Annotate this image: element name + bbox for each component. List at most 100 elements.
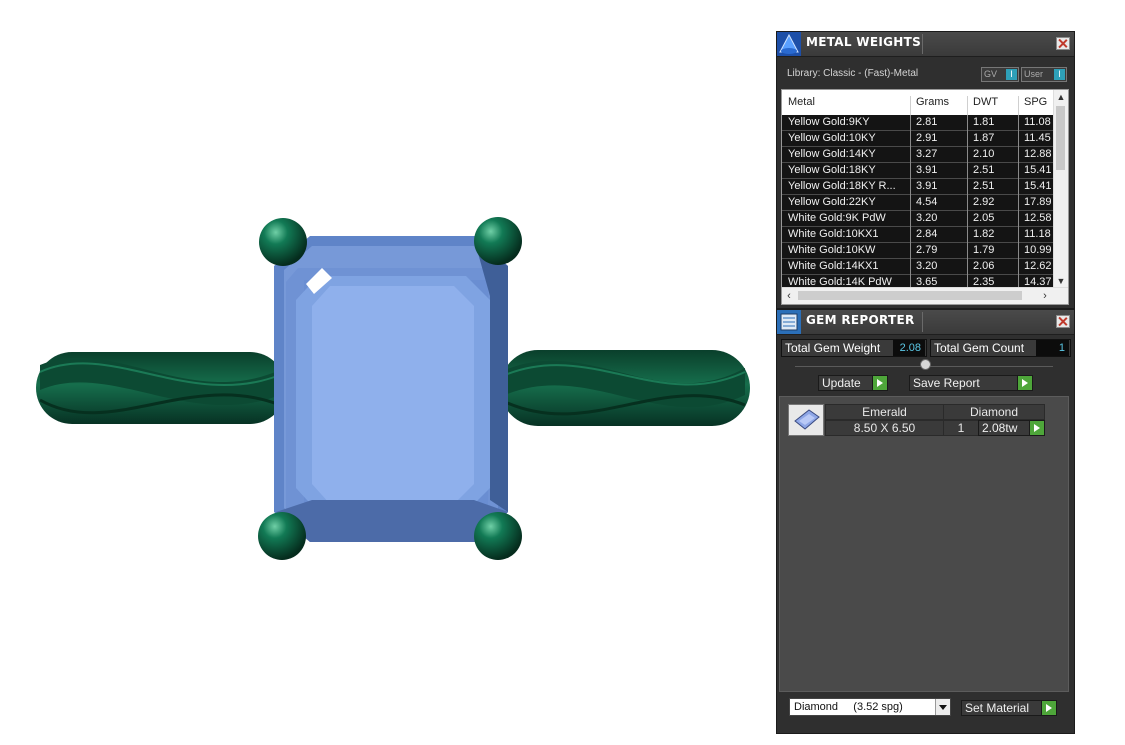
dropdown-arrow-icon[interactable]	[935, 699, 950, 715]
scroll-down-icon[interactable]: ▼	[1054, 274, 1068, 288]
cell-grams: 3.20	[916, 260, 938, 272]
column-header-spg[interactable]: SPG	[1024, 96, 1047, 108]
emerald-gem	[274, 236, 508, 542]
cell-metal: Yellow Gold:14KY	[788, 148, 876, 160]
gem-reporter-titlebar[interactable]: GEM REPORTER	[777, 310, 1074, 335]
table-header: Metal Grams DWT SPG	[782, 90, 1054, 121]
gem-weight-button[interactable]: 2.08tw	[978, 420, 1045, 436]
cell-spg: 15.41	[1024, 164, 1052, 176]
scroll-up-icon[interactable]: ▲	[1054, 90, 1068, 104]
go-arrow-icon	[872, 376, 887, 390]
ring-band-right	[500, 350, 750, 426]
cell-spg: 12.88	[1024, 148, 1052, 160]
update-button[interactable]: Update	[818, 375, 888, 391]
cell-spg: 15.41	[1024, 180, 1052, 192]
table-row[interactable]: Yellow Gold:9KY 2.81 1.81 11.08	[782, 115, 1054, 131]
material-select[interactable]: Diamond (3.52 spg)	[789, 698, 951, 716]
gem-material-header: Diamond	[943, 404, 1045, 420]
cell-dwt: 2.05	[973, 212, 995, 224]
user-toggle-knob: I	[1054, 69, 1065, 80]
column-header-dwt[interactable]: DWT	[973, 96, 998, 108]
cell-spg: 11.08	[1024, 116, 1051, 128]
table-row[interactable]: White Gold:14KX1 3.20 2.06 12.62	[782, 259, 1054, 275]
column-header-grams[interactable]: Grams	[916, 96, 949, 108]
close-icon[interactable]	[1056, 37, 1070, 50]
table-row[interactable]: White Gold:10KX1 2.84 1.82 11.18	[782, 227, 1054, 243]
table-row[interactable]: White Gold:9K PdW 3.20 2.05 12.58	[782, 211, 1054, 227]
cell-dwt: 2.10	[973, 148, 995, 160]
set-material-button[interactable]: Set Material	[961, 700, 1057, 716]
cell-dwt: 2.06	[973, 260, 995, 272]
metal-weights-titlebar[interactable]: METAL WEIGHTS	[777, 32, 1074, 57]
cell-dwt: 2.51	[973, 164, 995, 176]
table-row[interactable]: Yellow Gold:14KY 3.27 2.10 12.88	[782, 147, 1054, 163]
emerald-gem-icon	[794, 409, 820, 430]
cell-dwt: 2.92	[973, 196, 995, 208]
go-arrow-icon	[1017, 376, 1032, 390]
table-row[interactable]: Yellow Gold:18KY R... 3.91 2.51 15.41	[782, 179, 1054, 195]
cell-dwt: 1.82	[973, 228, 995, 240]
gem-reporter-icon	[777, 310, 801, 334]
gem-cut-header: Emerald	[825, 404, 944, 420]
cell-grams: 3.91	[916, 180, 938, 192]
cell-metal: Yellow Gold:22KY	[788, 196, 876, 208]
cell-metal: White Gold:10KX1	[788, 228, 879, 240]
cell-dwt: 1.87	[973, 132, 995, 144]
prong-top-right	[474, 217, 522, 265]
cell-dwt: 2.51	[973, 180, 995, 192]
scroll-right-icon[interactable]: ›	[1038, 288, 1052, 304]
library-label: Library: Classic - (Fast)-Metal	[787, 68, 919, 79]
prong-bottom-left	[258, 512, 306, 560]
cell-spg: 11.18	[1024, 228, 1051, 240]
cell-metal: Yellow Gold:10KY	[788, 132, 876, 144]
close-icon[interactable]	[1056, 315, 1070, 328]
gem-thumbnail[interactable]	[788, 404, 824, 436]
table-row[interactable]: Yellow Gold:22KY 4.54 2.92 17.89	[782, 195, 1054, 211]
cell-metal: White Gold:14KX1	[788, 260, 879, 272]
splitter-handle-icon[interactable]	[920, 359, 931, 370]
metal-weights-panel: METAL WEIGHTS Library: Classic - (Fast)-…	[776, 31, 1075, 309]
cell-spg: 17.89	[1024, 196, 1052, 208]
table-row[interactable]: Yellow Gold:18KY 3.91 2.51 15.41	[782, 163, 1054, 179]
metal-weights-title: METAL WEIGHTS	[806, 35, 922, 49]
cell-dwt: 1.79	[973, 244, 995, 256]
cell-grams: 2.79	[916, 244, 938, 256]
save-report-button[interactable]: Save Report	[909, 375, 1033, 391]
user-toggle[interactable]: User I	[1021, 67, 1067, 82]
go-arrow-icon	[1029, 421, 1044, 435]
column-header-metal[interactable]: Metal	[788, 96, 815, 108]
horizontal-scrollbar[interactable]: ‹ ›	[782, 287, 1068, 304]
gv-toggle-knob: I	[1006, 69, 1017, 80]
cell-grams: 2.81	[916, 116, 938, 128]
cell-dwt: 1.81	[973, 116, 995, 128]
go-arrow-icon	[1041, 701, 1056, 715]
metal-weights-table[interactable]: Metal Grams DWT SPG Yellow Gold:9KY 2.81 1…	[781, 89, 1069, 305]
scroll-left-icon[interactable]: ‹	[782, 288, 796, 304]
scroll-thumb-horizontal[interactable]	[798, 291, 1022, 300]
ring-render	[36, 217, 750, 560]
metal-weights-icon	[777, 32, 801, 56]
3d-viewport[interactable]	[0, 0, 770, 745]
gem-size: 8.50 X 6.50	[825, 420, 944, 436]
gem-reporter-title: GEM REPORTER	[806, 313, 915, 327]
vertical-scrollbar[interactable]: ▲ ▼	[1053, 90, 1068, 288]
cell-grams: 2.91	[916, 132, 938, 144]
cell-grams: 2.84	[916, 228, 938, 240]
cell-metal: Yellow Gold:18KY R...	[788, 180, 896, 192]
table-row[interactable]: Yellow Gold:10KY 2.91 1.87 11.45	[782, 131, 1054, 147]
cell-spg: 12.62	[1024, 260, 1052, 272]
table-row[interactable]: White Gold:10KW 2.79 1.79 10.99	[782, 243, 1054, 259]
cell-grams: 3.27	[916, 148, 938, 160]
prong-top-left	[259, 218, 307, 266]
cell-spg: 11.45	[1024, 132, 1051, 144]
total-gem-weight-value: 2.08	[893, 340, 925, 356]
gv-toggle[interactable]: GV I	[981, 67, 1019, 82]
cell-metal: Yellow Gold:18KY	[788, 164, 876, 176]
cell-grams: 3.91	[916, 164, 938, 176]
cell-metal: White Gold:10KW	[788, 244, 876, 256]
ring-band-left	[36, 352, 286, 424]
cell-grams: 4.54	[916, 196, 938, 208]
scroll-thumb[interactable]	[1056, 106, 1065, 170]
cell-grams: 3.20	[916, 212, 938, 224]
cell-metal: Yellow Gold:9KY	[788, 116, 870, 128]
